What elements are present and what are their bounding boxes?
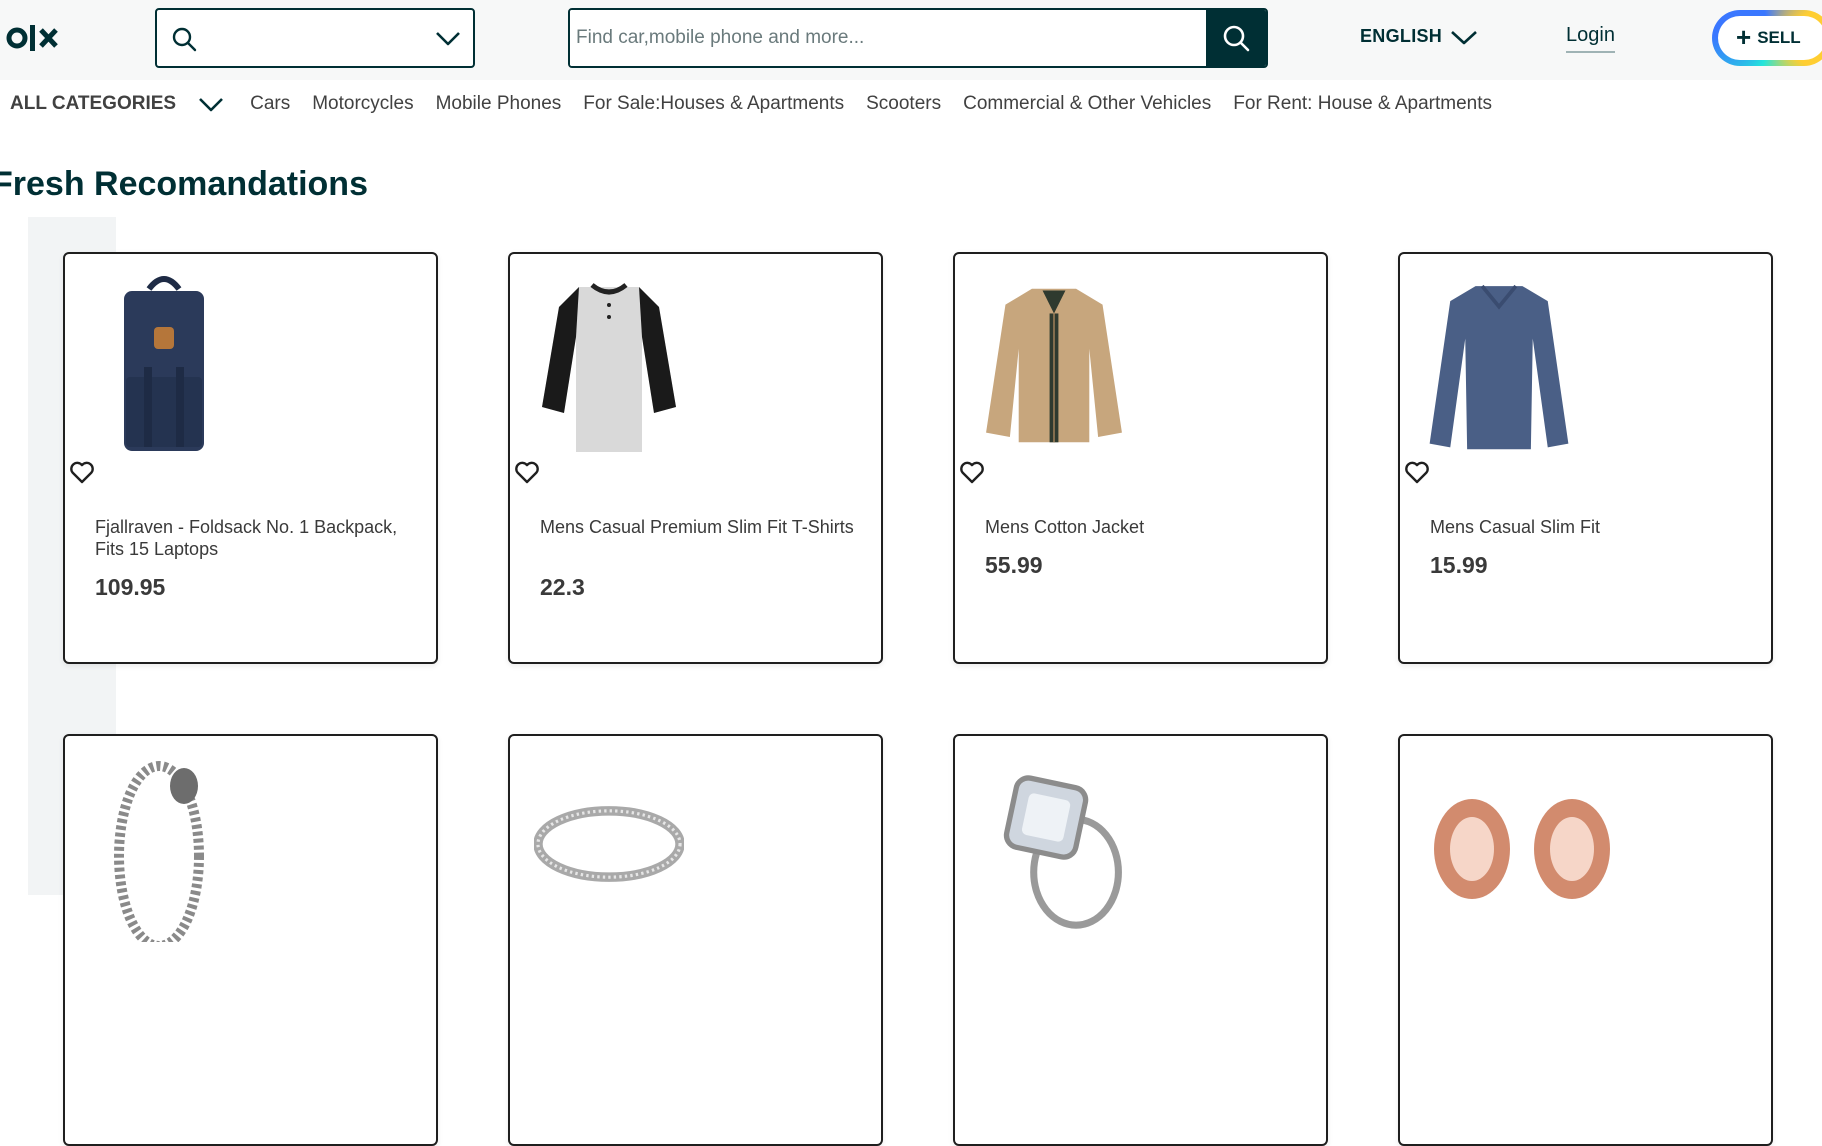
product-card[interactable] [63, 734, 438, 1146]
product-card[interactable]: Mens Casual Slim Fit 15.99 [1398, 252, 1773, 664]
product-card[interactable] [1398, 734, 1773, 1146]
product-title[interactable]: Mens Casual Slim Fit [1430, 516, 1750, 538]
product-price: 55.99 [985, 552, 1043, 578]
category-mobile-phones[interactable]: Mobile Phones [436, 93, 562, 115]
category-cars[interactable]: Cars [250, 93, 290, 115]
category-scooters[interactable]: Scooters [866, 93, 941, 115]
section-title: Fresh Recomandations [0, 165, 368, 203]
tshirt-icon [534, 264, 684, 460]
heart-icon[interactable] [512, 457, 542, 487]
category-nav: ALL CATEGORIES Cars Motorcycles Mobile P… [0, 86, 1492, 122]
all-categories-label: ALL CATEGORIES [10, 93, 177, 114]
heart-icon[interactable] [1402, 457, 1432, 487]
product-title[interactable]: Fjallraven - Foldsack No. 1 Backpack, Fi… [95, 516, 415, 560]
category-motorcycles[interactable]: Motorcycles [312, 93, 413, 115]
search-button[interactable] [1206, 10, 1266, 66]
search-icon [172, 27, 197, 52]
language-selector[interactable]: ENGLISH [1360, 26, 1478, 47]
search-icon [1223, 25, 1250, 52]
product-card[interactable]: Mens Cotton Jacket 55.99 [953, 252, 1328, 664]
ring-icon [534, 746, 684, 942]
chevron-down-icon [436, 32, 460, 46]
chevron-down-icon [199, 98, 224, 112]
heart-icon[interactable] [957, 457, 987, 487]
login-link[interactable]: Login [1566, 24, 1615, 53]
longsleeve-icon [1424, 264, 1574, 460]
product-card[interactable]: Mens Casual Premium Slim Fit T-Shirts 22… [508, 252, 883, 664]
product-title[interactable]: Mens Cotton Jacket [985, 516, 1305, 538]
olx-logo[interactable] [6, 22, 68, 54]
location-selector[interactable] [155, 8, 475, 68]
diamond-ring-icon [979, 746, 1129, 942]
product-card[interactable] [953, 734, 1328, 1146]
search-input[interactable] [570, 10, 1208, 66]
product-card[interactable]: Fjallraven - Foldsack No. 1 Backpack, Fi… [63, 252, 438, 664]
heart-icon[interactable] [67, 457, 97, 487]
chevron-down-icon [1451, 30, 1477, 44]
backpack-icon [89, 264, 239, 460]
product-price: 109.95 [95, 574, 166, 600]
product-title[interactable]: Mens Casual Premium Slim Fit T-Shirts [540, 516, 860, 538]
sell-label: SELL [1757, 28, 1801, 47]
sell-button[interactable]: + SELL [1712, 10, 1822, 66]
product-price: 15.99 [1430, 552, 1488, 578]
category-commercial-vehicles[interactable]: Commercial & Other Vehicles [963, 93, 1211, 115]
top-bar: ENGLISH Login + SELL [0, 0, 1822, 80]
search-bar [568, 8, 1268, 68]
product-card[interactable] [508, 734, 883, 1146]
category-houses-sale[interactable]: For Sale:Houses & Apartments [583, 93, 844, 115]
all-categories-dropdown[interactable]: ALL CATEGORIES [10, 93, 228, 115]
product-price: 22.3 [540, 574, 585, 600]
category-houses-rent[interactable]: For Rent: House & Apartments [1233, 93, 1492, 115]
jacket-icon [979, 264, 1129, 460]
language-label: ENGLISH [1360, 26, 1443, 46]
plus-icon: + [1736, 21, 1752, 52]
ear-plugs-icon [1424, 746, 1624, 942]
bracelet-icon [89, 746, 239, 942]
